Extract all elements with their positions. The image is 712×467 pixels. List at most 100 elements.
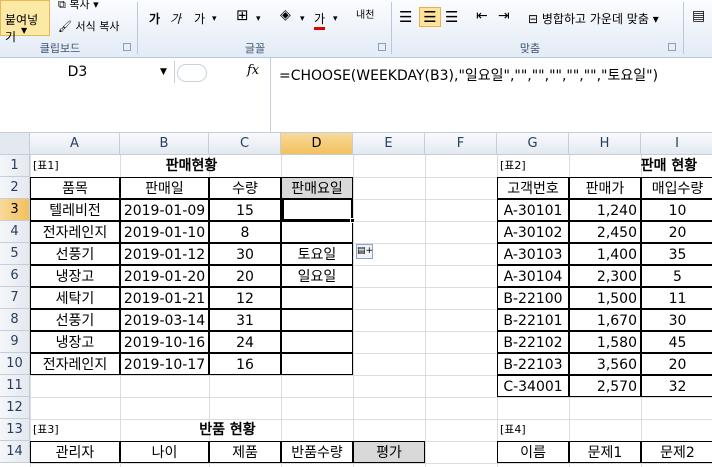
- name-box[interactable]: D3 ▼: [0, 61, 175, 83]
- cell[interactable]: 2,570: [569, 375, 641, 397]
- cell[interactable]: 1,500: [569, 287, 641, 309]
- cell[interactable]: 2019-01-10: [120, 221, 209, 243]
- formula-input[interactable]: =CHOOSE(WEEKDAY(B3),"일요일","","","","",""…: [279, 65, 658, 85]
- cell[interactable]: 전자레인지: [30, 221, 120, 243]
- cell[interactable]: B-22101: [497, 309, 569, 331]
- column-header-a[interactable]: A: [30, 133, 120, 155]
- cell[interactable]: 1,240: [569, 199, 641, 221]
- cell[interactable]: 2,300: [569, 265, 641, 287]
- cell[interactable]: 15: [209, 199, 281, 221]
- cell[interactable]: 1,400: [569, 243, 641, 265]
- cell[interactable]: 32: [641, 375, 712, 397]
- cell[interactable]: [표2]: [497, 155, 569, 177]
- row-header-11[interactable]: 11: [0, 375, 30, 397]
- chevron-down-icon[interactable]: ▼: [21, 26, 27, 35]
- cell[interactable]: 판매요일: [281, 177, 353, 199]
- cell[interactable]: 2019-01-20: [120, 265, 209, 287]
- cell[interactable]: 품목: [30, 177, 120, 199]
- insert-function-icon[interactable]: fx: [247, 63, 259, 78]
- cell[interactable]: [281, 331, 353, 353]
- cell[interactable]: A-30102: [497, 221, 569, 243]
- column-header-b[interactable]: B: [120, 133, 209, 155]
- cell[interactable]: 1,580: [569, 331, 641, 353]
- row-header-9[interactable]: 9: [0, 331, 30, 353]
- cell[interactable]: 1,670: [569, 309, 641, 331]
- column-header-e[interactable]: E: [353, 133, 425, 155]
- cell[interactable]: B-22103: [497, 353, 569, 375]
- cell[interactable]: 선풍기: [30, 309, 120, 331]
- cell[interactable]: 10: [641, 199, 712, 221]
- row-header-8[interactable]: 8: [0, 309, 30, 331]
- cell[interactable]: 전자레인지: [30, 353, 120, 375]
- cell[interactable]: 이름: [497, 441, 569, 463]
- column-header-d[interactable]: D: [281, 133, 353, 155]
- decrease-indent-icon[interactable]: ⇤: [476, 8, 488, 24]
- cell[interactable]: 냉장고: [30, 265, 120, 287]
- font-launcher-icon[interactable]: [378, 43, 386, 51]
- cell[interactable]: 2019-01-12: [120, 243, 209, 265]
- row-header-2[interactable]: 2: [0, 177, 30, 199]
- cell[interactable]: [281, 353, 353, 375]
- cell[interactable]: 11: [641, 287, 712, 309]
- formula-expand-handle[interactable]: [177, 64, 207, 82]
- column-header-g[interactable]: G: [497, 133, 569, 155]
- row-header-6[interactable]: 6: [0, 265, 30, 287]
- cell[interactable]: 반품수량: [281, 441, 353, 463]
- cell[interactable]: 세탁기: [30, 287, 120, 309]
- column-header-f[interactable]: F: [425, 133, 497, 155]
- chevron-down-icon[interactable]: ▾: [256, 14, 261, 24]
- row-header-12[interactable]: 12: [0, 397, 30, 419]
- cell[interactable]: 제품: [209, 441, 281, 463]
- cell[interactable]: 문제1: [569, 441, 641, 463]
- row-header-7[interactable]: 7: [0, 287, 30, 309]
- cell[interactable]: 30: [209, 243, 281, 265]
- format-painter-button[interactable]: 🖌 서식 복사: [58, 18, 119, 34]
- number-format-icon[interactable]: ▤: [692, 8, 705, 24]
- cell[interactable]: 일요일: [281, 265, 353, 287]
- cell[interactable]: 토요일: [281, 243, 353, 265]
- row-header-5[interactable]: 5: [0, 243, 30, 265]
- cell[interactable]: 판매가: [569, 177, 641, 199]
- autofill-options-icon[interactable]: ▤+: [356, 244, 373, 259]
- chevron-down-icon[interactable]: ▾: [333, 14, 338, 24]
- cell[interactable]: 나이: [120, 441, 209, 463]
- align-center-icon[interactable]: ☰: [419, 7, 441, 27]
- font-grow-button[interactable]: 가: [149, 10, 160, 27]
- cell[interactable]: 20: [641, 353, 712, 375]
- cell[interactable]: 냉장고: [30, 331, 120, 353]
- cell[interactable]: 35: [641, 243, 712, 265]
- cell[interactable]: B-22100: [497, 287, 569, 309]
- cell[interactable]: C-34001: [497, 375, 569, 397]
- cell[interactable]: [표4]: [497, 419, 569, 441]
- cell[interactable]: B-22102: [497, 331, 569, 353]
- worksheet-grid[interactable]: A B C D E F G H I 1 2 3 4 5 6 7 8 9 10 11 12 13 14 [표1] 판매현황 품목 판매…: [0, 133, 712, 467]
- cell[interactable]: 텔레비전: [30, 199, 120, 221]
- cell[interactable]: 2019-01-21: [120, 287, 209, 309]
- row-header-14[interactable]: 14: [0, 441, 30, 463]
- font-sample-button[interactable]: 가: [194, 10, 205, 27]
- font-color-button[interactable]: 가: [314, 10, 326, 30]
- cell[interactable]: 판매일: [120, 177, 209, 199]
- select-all-corner[interactable]: [0, 133, 30, 155]
- cell[interactable]: 45: [641, 331, 712, 353]
- row-header-1[interactable]: 1: [0, 155, 30, 177]
- cell[interactable]: 2019-10-17: [120, 353, 209, 375]
- cell[interactable]: 30: [641, 309, 712, 331]
- chevron-down-icon[interactable]: ▾: [300, 14, 305, 24]
- row-header-4[interactable]: 4: [0, 221, 30, 243]
- cell[interactable]: 선풍기: [30, 243, 120, 265]
- cell[interactable]: 20: [209, 265, 281, 287]
- chevron-down-icon[interactable]: ▾: [212, 14, 217, 24]
- cell[interactable]: 12: [209, 287, 281, 309]
- paste-button[interactable]: 붙여넣기 ▼: [0, 0, 50, 44]
- cell[interactable]: 16: [209, 353, 281, 375]
- cell[interactable]: 2019-10-16: [120, 331, 209, 353]
- cell[interactable]: 8: [209, 221, 281, 243]
- row-header-3[interactable]: 3: [0, 199, 30, 221]
- cell[interactable]: 수량: [209, 177, 281, 199]
- align-left-icon[interactable]: ☰: [399, 8, 412, 26]
- cell[interactable]: [281, 221, 353, 243]
- cell[interactable]: A-30103: [497, 243, 569, 265]
- cell[interactable]: 관리자: [30, 441, 120, 463]
- column-header-i[interactable]: I: [641, 133, 712, 155]
